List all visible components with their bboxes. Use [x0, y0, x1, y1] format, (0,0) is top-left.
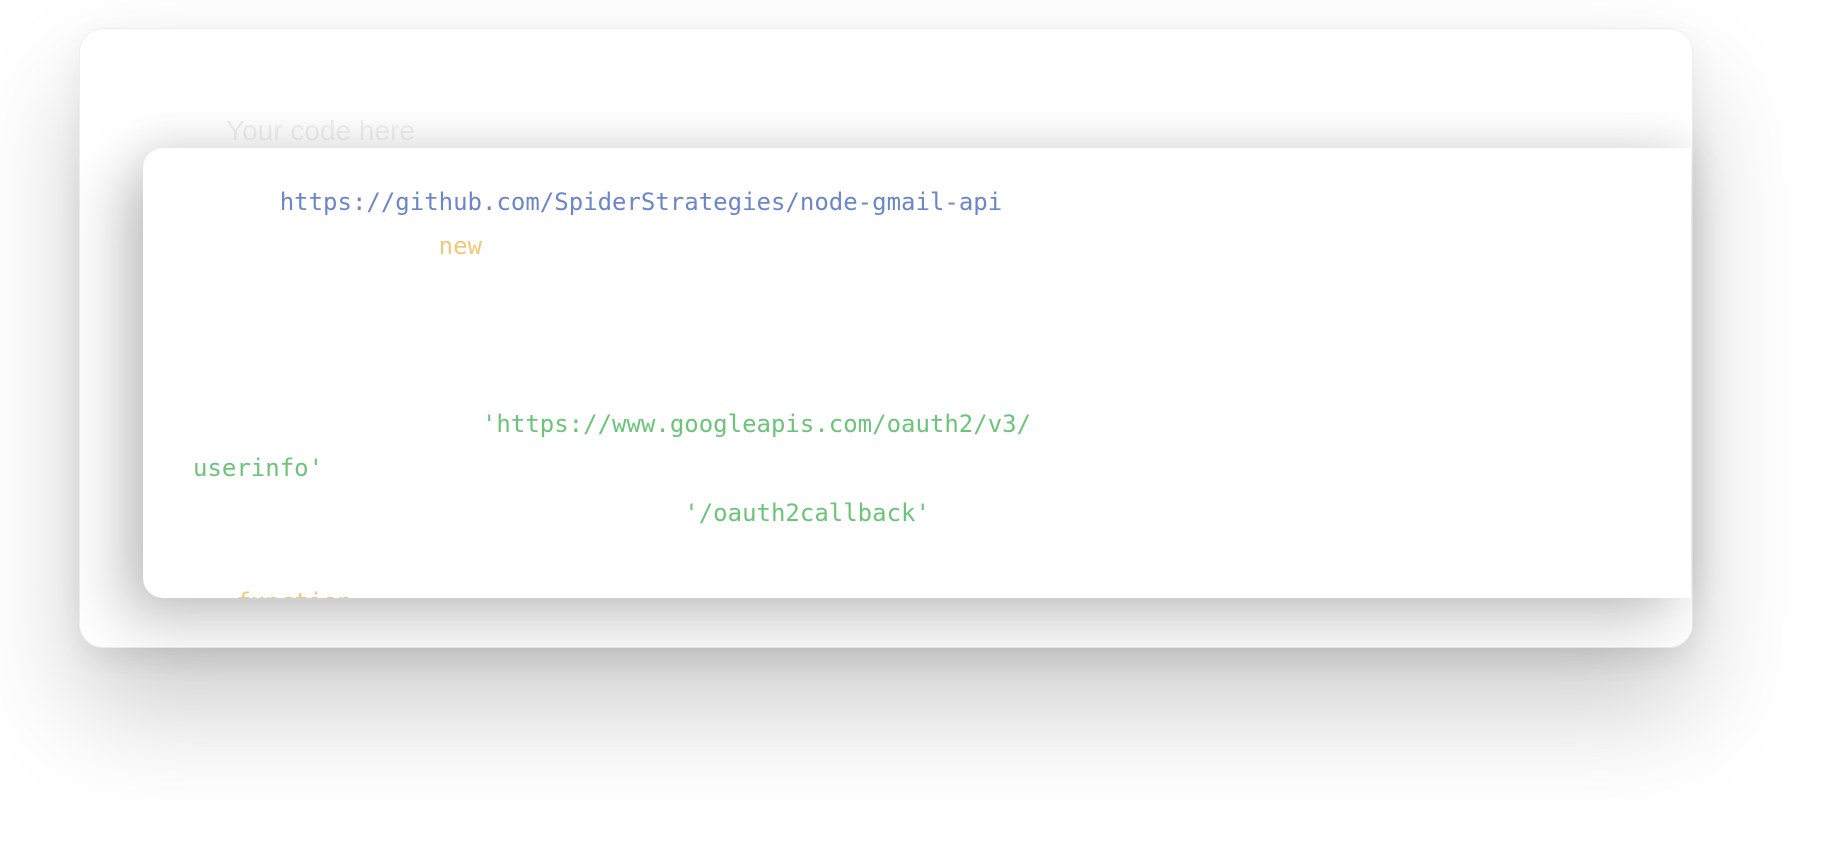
function-keyword: function	[236, 588, 352, 598]
userinfo-url-string-continued: userinfo'	[193, 454, 324, 483]
new-keyword: new	[438, 232, 482, 261]
callback-path-string: '/oauth2callback'	[684, 498, 930, 527]
userinfo-url-string: 'https://www.googleapis.com/oauth2/v3/	[481, 410, 1032, 439]
page: Your code here https://github.com/Spider…	[0, 0, 1848, 858]
code-text: https://github.com/SpiderStrategies/node…	[193, 180, 1031, 598]
code-placeholder[interactable]: Your code here	[226, 115, 415, 147]
code-block[interactable]: https://github.com/SpiderStrategies/node…	[143, 148, 1691, 598]
repo-url-link[interactable]: https://github.com/SpiderStrategies/node…	[280, 188, 1002, 216]
